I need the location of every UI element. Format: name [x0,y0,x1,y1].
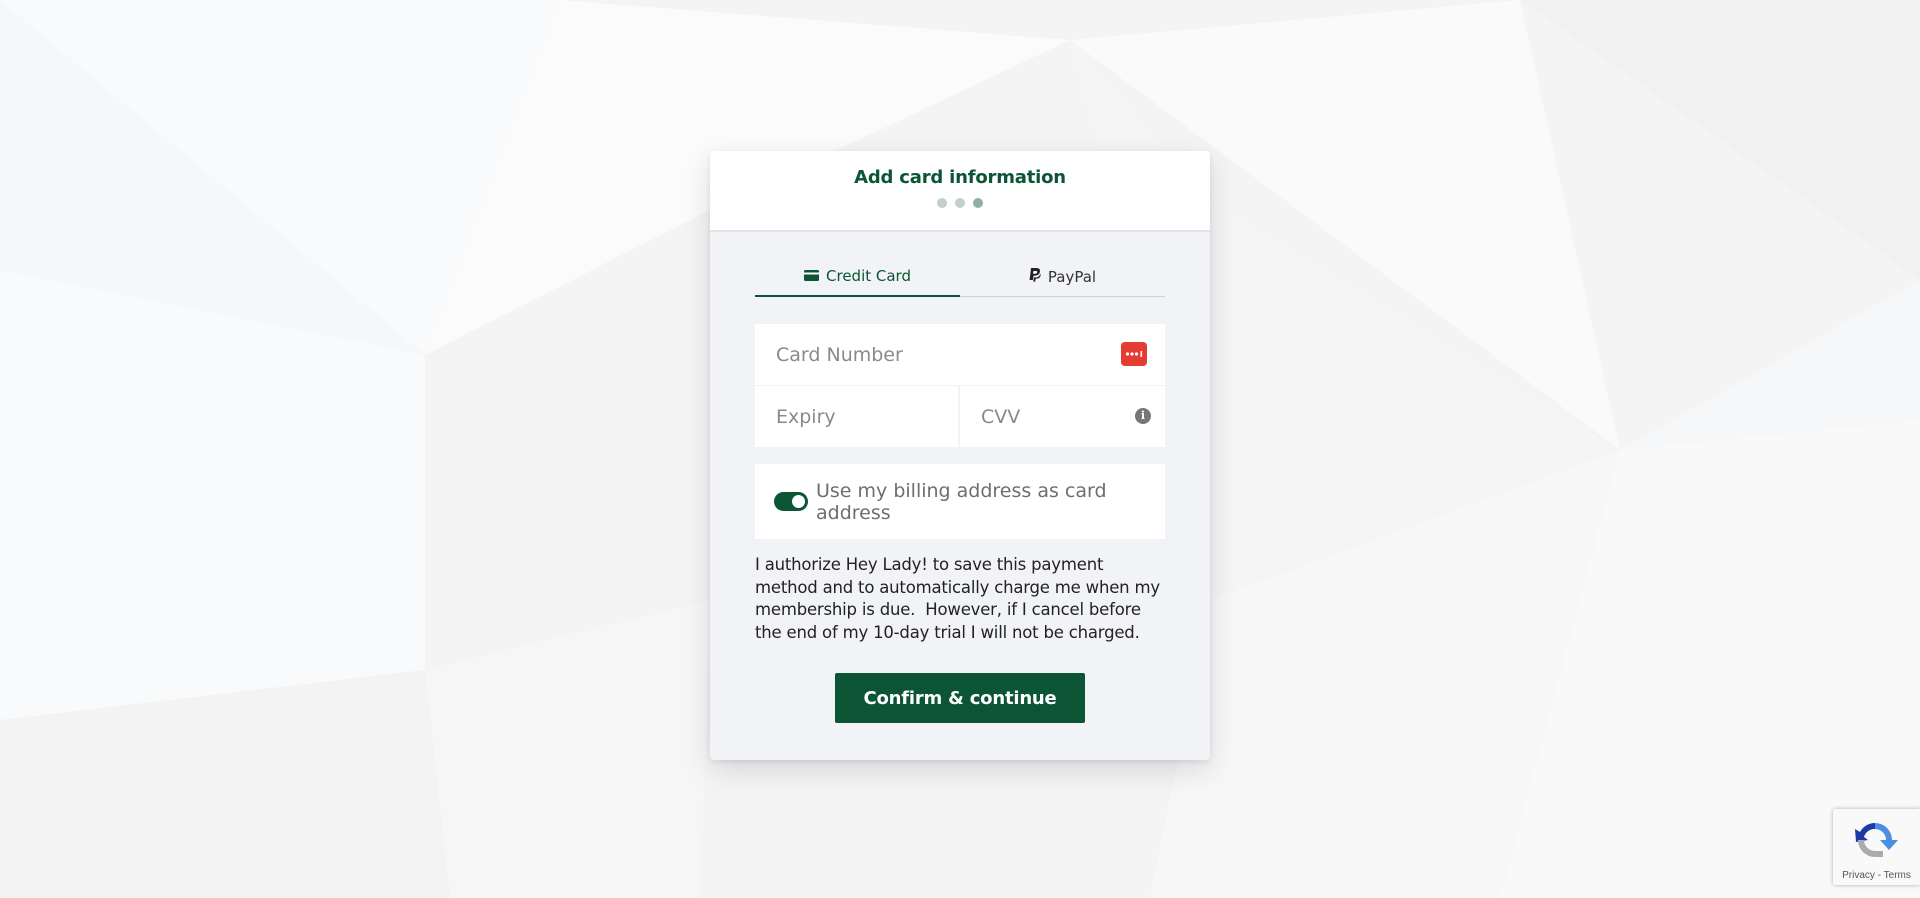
recaptcha-terms-link[interactable]: Terms [1884,870,1911,881]
tab-paypal[interactable]: PayPal [960,257,1165,296]
modal-header: Add card information [710,151,1210,232]
modal-title: Add card information [854,167,1066,188]
card-brand-icon [1121,342,1147,366]
authorization-text: I authorize Hey Lady! to save this payme… [755,555,1165,642]
tab-credit-card[interactable]: Credit Card [755,257,960,297]
billing-address-toggle-label: Use my billing address as card address [816,479,1107,524]
recaptcha-badge[interactable]: Privacy - Terms [1833,809,1920,885]
toggle-knob [792,495,805,508]
payment-method-tabs: Credit Card PayPal [755,257,1165,297]
step-indicator [710,198,1210,208]
step-dot-3 [973,198,983,208]
expiry-input[interactable] [774,404,958,429]
billing-address-toggle-row: Use my billing address as card address [755,464,1165,539]
payment-card-modal: Add card information Credit Card PayPal … [710,151,1210,760]
paypal-icon [1029,267,1041,286]
credit-card-icon [804,267,820,285]
tab-credit-card-label: Credit Card [826,267,911,285]
step-dot-2 [955,198,965,208]
tab-paypal-label: PayPal [1047,267,1097,286]
recaptcha-icon [1852,819,1898,866]
card-number-field [755,324,1165,385]
info-icon[interactable]: i [1135,408,1151,424]
expiry-field [755,386,958,447]
billing-address-toggle[interactable] [774,492,808,511]
recaptcha-separator: - [1874,870,1884,881]
step-dot-1 [937,198,947,208]
cvv-field: i [960,386,1165,447]
recaptcha-privacy-link[interactable]: Privacy [1842,870,1875,881]
recaptcha-links: Privacy - Terms [1833,870,1920,881]
confirm-continue-button[interactable]: Confirm & continue [835,673,1085,723]
card-number-input[interactable] [774,342,1165,367]
